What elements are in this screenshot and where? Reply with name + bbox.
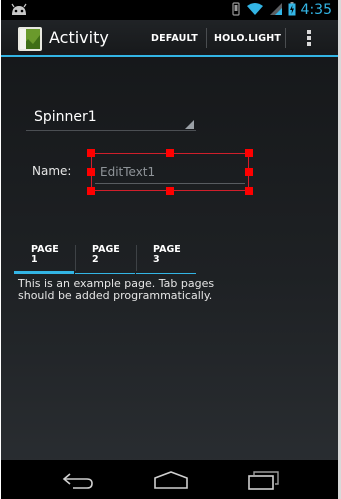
- tab-label: PAGE 2: [92, 244, 120, 265]
- tab-page-content: This is an example page. Tab pages shoul…: [18, 277, 215, 302]
- tab-page-1[interactable]: PAGE 1: [14, 240, 74, 274]
- device-screen: 4:35 Activity DEFAULT HOLO.LIGHT Spinner…: [1, 0, 338, 499]
- tab-page-2[interactable]: PAGE 2: [75, 240, 135, 274]
- spinner-value: Spinner1: [34, 109, 97, 125]
- battery-icon: [288, 1, 296, 20]
- status-icons: 4:35: [231, 1, 332, 19]
- spinner[interactable]: Spinner1: [26, 107, 196, 131]
- edit-text-field[interactable]: EditText1: [91, 153, 249, 191]
- app-title: Activity: [49, 28, 109, 47]
- tab-strip: PAGE 1 PAGE 2 PAGE 3: [14, 240, 196, 274]
- spinner-arrow-icon: [185, 120, 194, 129]
- tab-indicator: [75, 273, 135, 274]
- overflow-menu-icon[interactable]: [304, 28, 314, 48]
- tab-page-3[interactable]: PAGE 3: [136, 240, 196, 274]
- android-debug-icon: [9, 2, 29, 16]
- status-bar: 4:35: [1, 0, 338, 20]
- back-icon[interactable]: [61, 470, 95, 494]
- app-icon[interactable]: [18, 27, 42, 51]
- resize-handle[interactable]: [245, 168, 253, 176]
- tab-indicator: [14, 271, 74, 274]
- signal-icon: [269, 1, 283, 20]
- name-label: Name:: [32, 164, 72, 178]
- tab-label: PAGE 3: [153, 244, 181, 265]
- edit-text-placeholder: EditText1: [100, 165, 156, 179]
- resize-handle[interactable]: [87, 168, 95, 176]
- recents-icon[interactable]: [246, 470, 280, 494]
- wifi-icon: [246, 1, 264, 20]
- action-divider: [285, 28, 286, 48]
- holo-light-button[interactable]: HOLO.LIGHT: [214, 33, 281, 45]
- tab-indicator: [136, 273, 196, 274]
- resize-handle[interactable]: [166, 149, 174, 157]
- action-bar: Activity DEFAULT HOLO.LIGHT: [1, 20, 338, 57]
- spinner-underline: [26, 130, 196, 131]
- tab-label: PAGE 1: [31, 244, 59, 265]
- resize-handle[interactable]: [166, 187, 174, 195]
- resize-handle[interactable]: [245, 187, 253, 195]
- navigation-bar: [1, 460, 338, 499]
- vibrate-icon: [231, 1, 241, 20]
- home-icon[interactable]: [153, 470, 189, 494]
- resize-handle[interactable]: [87, 187, 95, 195]
- default-button[interactable]: DEFAULT: [151, 33, 198, 45]
- resize-handle[interactable]: [87, 149, 95, 157]
- resize-handle[interactable]: [245, 149, 253, 157]
- edit-text-underline: [95, 183, 245, 184]
- action-divider: [206, 28, 207, 48]
- clock: 4:35: [300, 2, 332, 18]
